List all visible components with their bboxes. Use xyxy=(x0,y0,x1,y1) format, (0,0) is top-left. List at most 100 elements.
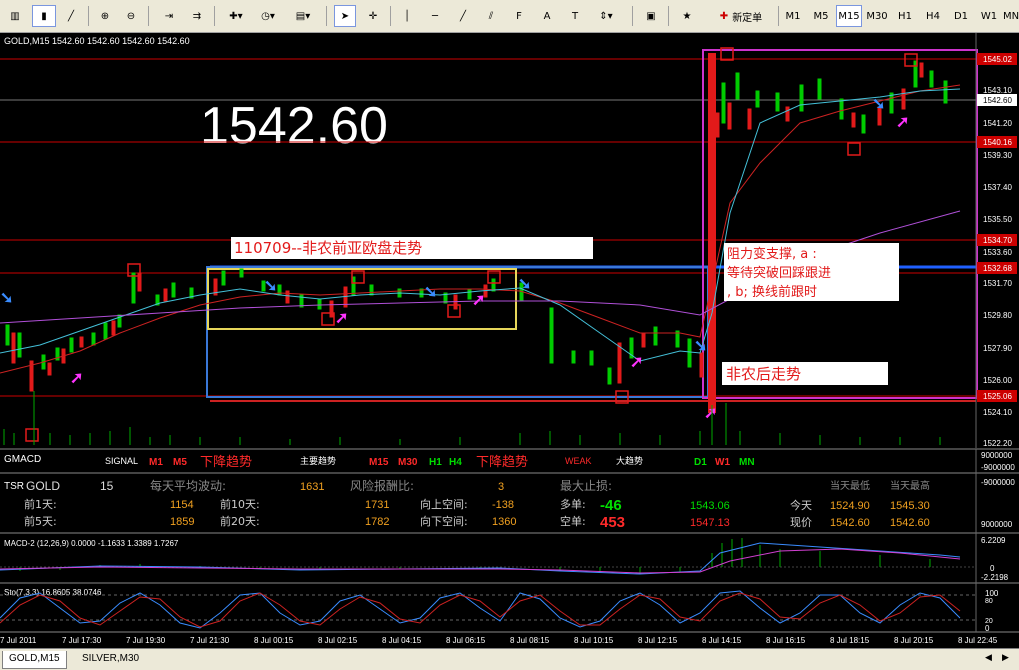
time-label-15: 8 Jul 22:45 xyxy=(958,636,998,645)
price-label-16: 1524.10 xyxy=(983,408,1012,417)
arrows-icon[interactable]: ⇕▾ xyxy=(592,5,620,27)
tsr-period: 15 xyxy=(100,479,114,493)
time-label-11: 8 Jul 14:15 xyxy=(702,636,742,645)
text-label-icon[interactable]: T xyxy=(564,5,586,27)
gmacd-label: GMACD xyxy=(4,454,41,465)
tab-scroll-right-icon[interactable]: ▶ xyxy=(1002,653,1014,665)
macd-header: MACD-2 (12,26,9) 0.0000 -1.1633 1.3389 1… xyxy=(4,539,179,548)
annotation-after: 非农后走势 xyxy=(726,365,801,383)
time-label-7: 8 Jul 06:15 xyxy=(446,636,486,645)
bar-chart-icon[interactable]: ▥ xyxy=(4,5,26,27)
time-label-1: 7 Jul 17:30 xyxy=(62,636,102,645)
gmacd-scale-bottom: -9000000 xyxy=(981,463,1015,472)
tsr-today-high: 1545.30 xyxy=(890,500,930,512)
gmacd-weak: WEAK xyxy=(565,456,592,466)
tsr-prev1-label: 前1天: xyxy=(24,497,57,511)
fibonacci-icon[interactable]: F xyxy=(508,5,530,27)
price-pane[interactable]: GOLD,M15 1542.60 1542.60 1542.60 1542.60… xyxy=(0,33,1017,448)
favorites-icon[interactable]: ★ xyxy=(676,5,698,27)
price-label-9: 1533.60 xyxy=(983,248,1012,257)
tsr-today-low: 1524.90 xyxy=(830,500,870,512)
tf-m1[interactable]: M1 xyxy=(782,5,804,27)
svg-text:➚: ➚ xyxy=(70,370,83,387)
price-label-12: 1529.80 xyxy=(983,311,1012,320)
gmacd-m15: M15 xyxy=(369,457,389,468)
trendline-icon[interactable]: ╱ xyxy=(452,5,474,27)
tf-w1[interactable]: W1 xyxy=(978,5,1000,27)
svg-text:➚: ➚ xyxy=(472,292,485,309)
tsr-today-label: 今天 xyxy=(790,498,812,512)
vertical-line-icon[interactable]: │ xyxy=(396,5,418,27)
tsr-now-low: 1542.60 xyxy=(830,517,870,529)
chart-window[interactable]: GOLD,M15 1542.60 1542.60 1542.60 1542.60… xyxy=(0,33,1019,648)
tf-mn[interactable]: MN xyxy=(1003,5,1019,27)
gmacd-signal-m1: M1 xyxy=(149,457,163,468)
tf-m30[interactable]: M30 xyxy=(864,5,890,27)
main-toolbar: ▥ ▮ ╱ ⊕ ⊖ ⇥ ⇉ ✚▾ ◷▾ ▤▾ ➤ ✛ │ ─ ╱ ⫽ F A T… xyxy=(0,0,1019,33)
volume-bars xyxy=(3,391,941,445)
macd-pane: MACD-2 (12,26,9) 0.0000 -1.1633 1.3389 1… xyxy=(0,536,1009,582)
candles xyxy=(5,60,948,392)
tf-h1[interactable]: H1 xyxy=(894,5,916,27)
svg-text:➘: ➘ xyxy=(264,278,277,295)
price-label-0: 1545.02 xyxy=(983,55,1012,64)
new-order-button[interactable]: ✚ 新定单 xyxy=(706,5,776,27)
text-icon[interactable]: A xyxy=(536,5,558,27)
svg-text:➘: ➘ xyxy=(872,96,885,113)
sto-scale-80: 80 xyxy=(985,598,993,605)
candlestick-icon[interactable]: ▮ xyxy=(32,5,56,27)
tsr-pane: TSR GOLD 15 每天平均波动: 1631 风险报酬比: 3 最大止损: … xyxy=(4,478,1015,531)
tf-m15[interactable]: M15 xyxy=(836,5,862,27)
cursor-icon[interactable]: ➤ xyxy=(334,5,356,27)
zoom-out-icon[interactable]: ⊖ xyxy=(120,5,142,27)
price-label-10: 1532.68 xyxy=(983,264,1012,273)
price-label-4: 1540.16 xyxy=(983,138,1012,147)
tsr-prev5-label: 前5天: xyxy=(24,514,57,528)
horizontal-line-icon[interactable]: ─ xyxy=(424,5,446,27)
nfp-spike-candle xyxy=(708,53,716,413)
crosshair-icon[interactable]: ✛ xyxy=(362,5,384,27)
navigator-icon[interactable]: ▣ xyxy=(640,5,662,27)
tsr-prev1-value: 1154 xyxy=(170,499,194,511)
equidistant-channel-icon[interactable]: ⫽ xyxy=(480,5,502,27)
autoscroll-icon[interactable]: ⇉ xyxy=(186,5,208,27)
gmacd-pane: GMACD SIGNAL M1 M5 下降趋势 主要趋势 M15 M30 H1 … xyxy=(4,451,1015,472)
annotation-right-line-2: 等待突破回踩跟进 xyxy=(727,265,831,281)
gmacd-scale-top: 9000000 xyxy=(981,451,1013,460)
indicators-icon[interactable]: ✚▾ xyxy=(222,5,250,27)
tsr-avg-value: 1631 xyxy=(300,481,324,493)
gmacd-h4: H4 xyxy=(449,457,462,468)
pre-nfp-blue-box xyxy=(206,266,709,398)
tsr-long-label: 多单: xyxy=(560,497,586,511)
gmacd-trend-2: 下降趋势 xyxy=(476,454,528,470)
tf-m5[interactable]: M5 xyxy=(810,5,832,27)
tf-h4[interactable]: H4 xyxy=(922,5,944,27)
templates-icon[interactable]: ▤▾ xyxy=(288,5,318,27)
annotation-right-line-3: , b; 换线前跟时 xyxy=(727,284,817,300)
price-label-2: 1542.60 xyxy=(983,96,1012,105)
price-label-5: 1539.30 xyxy=(983,151,1012,160)
gmacd-main-trend: 主要趋势 xyxy=(300,455,336,467)
zoom-in-icon[interactable]: ⊕ xyxy=(94,5,116,27)
tsr-title: TSR xyxy=(4,481,24,492)
gmacd-h1: H1 xyxy=(429,457,442,468)
gmacd-w1: W1 xyxy=(715,457,730,468)
svg-text:➘: ➘ xyxy=(0,290,13,307)
tf-d1[interactable]: D1 xyxy=(950,5,972,27)
tab-silver-m30[interactable]: SILVER,M30 xyxy=(76,651,145,669)
line-chart-icon[interactable]: ╱ xyxy=(60,5,82,27)
price-label-14: 1526.00 xyxy=(983,376,1012,385)
price-label-7: 1535.50 xyxy=(983,215,1012,224)
periodicity-icon[interactable]: ◷▾ xyxy=(254,5,282,27)
chart-shift-icon[interactable]: ⇥ xyxy=(158,5,180,27)
tsr-down-space-label: 向下空间: xyxy=(420,514,468,528)
time-label-6: 8 Jul 04:15 xyxy=(382,636,422,645)
tsr-now-label: 现价 xyxy=(790,516,812,529)
tab-gold-m15[interactable]: GOLD,M15 xyxy=(2,651,67,669)
tab-scroll-left-icon[interactable]: ◀ xyxy=(985,653,997,665)
macd-scale-bottom: -2.2198 xyxy=(981,573,1009,582)
macd-scale-zero: 0 xyxy=(990,564,995,573)
tsr-prev5-value: 1859 xyxy=(170,516,194,528)
new-order-icon: ✚ xyxy=(719,10,729,22)
tsr-long-value: -46 xyxy=(600,497,622,514)
